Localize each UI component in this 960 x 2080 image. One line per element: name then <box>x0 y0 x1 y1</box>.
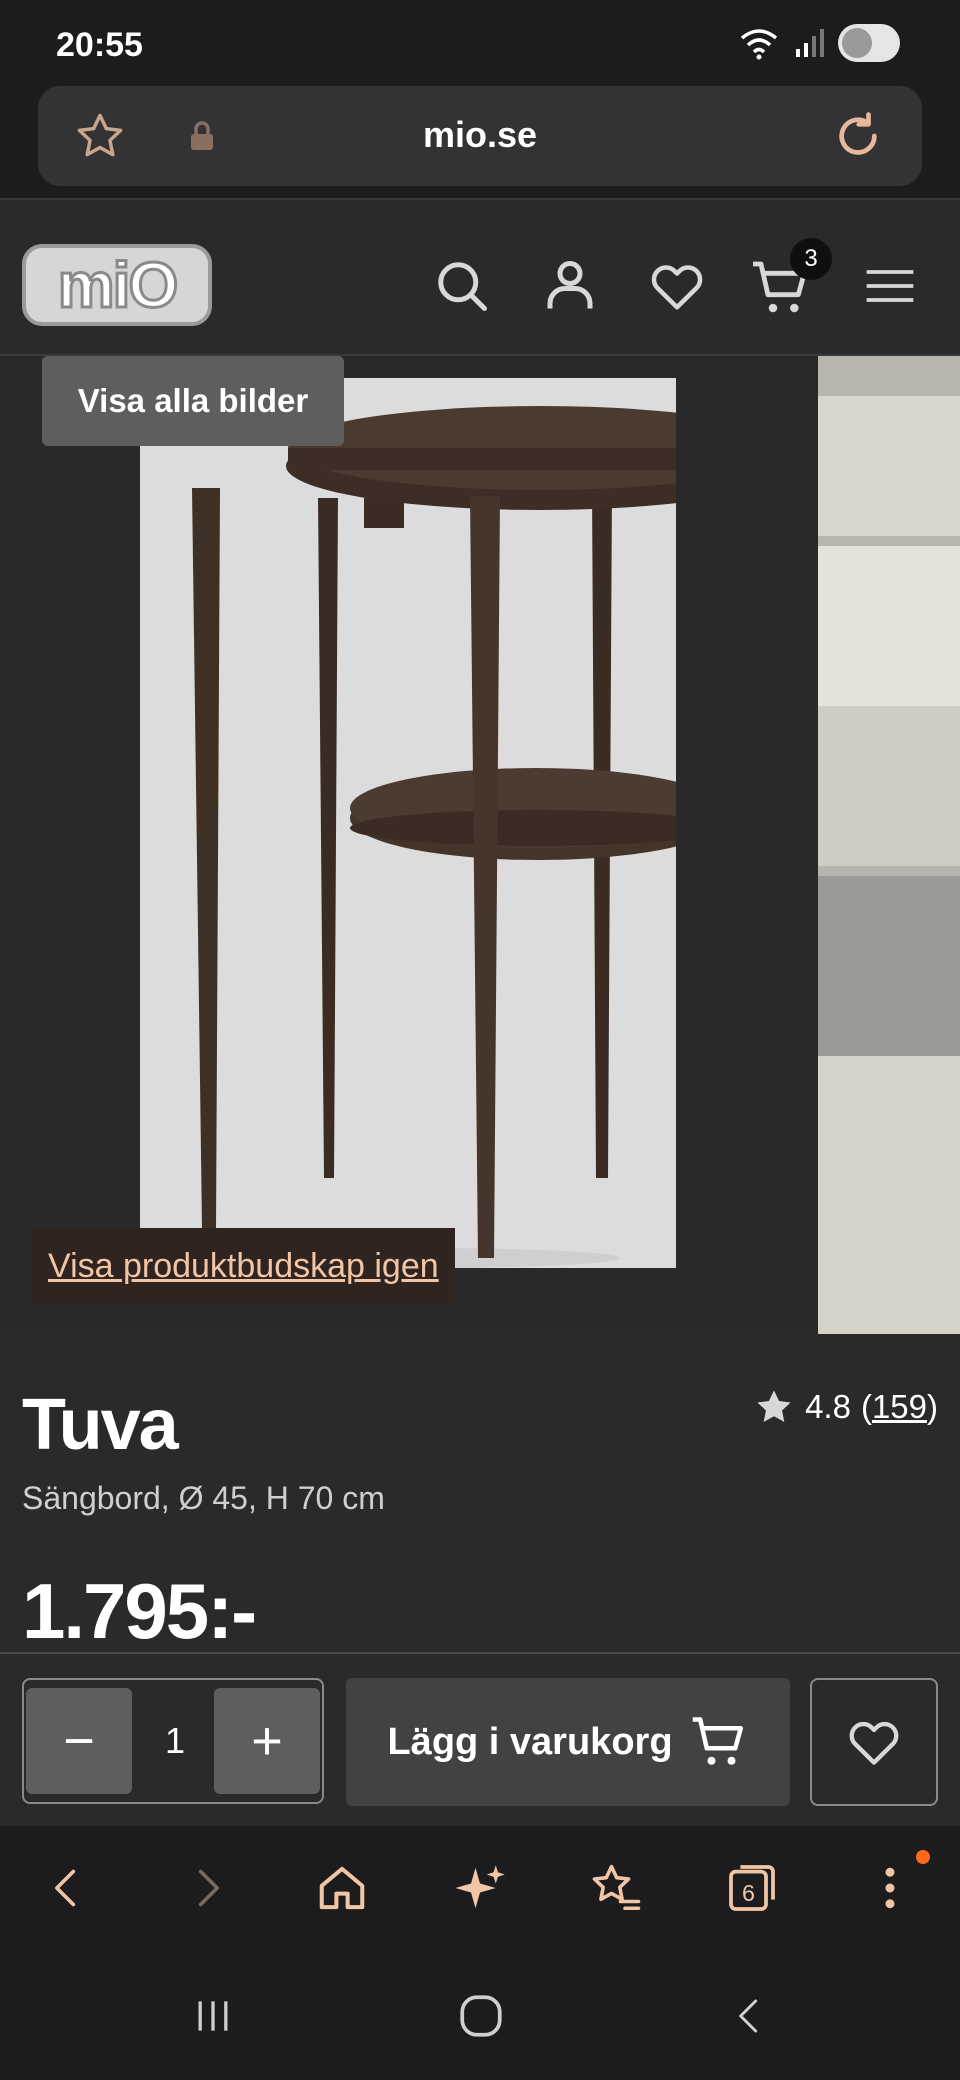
system-navigation <box>0 1950 960 2080</box>
product-price: 1.795:- <box>22 1567 257 1655</box>
home-icon[interactable] <box>310 1856 374 1920</box>
decrease-quantity-button[interactable]: − <box>26 1688 132 1794</box>
product-subtitle: Sängbord, Ø 45, H 70 cm <box>22 1480 385 1516</box>
product-rating[interactable]: 4.8 (159) <box>753 1386 938 1428</box>
rating-count[interactable]: 159 <box>872 1388 927 1425</box>
battery-icon <box>838 24 900 62</box>
menu-icon[interactable] <box>862 256 918 316</box>
show-all-images-button[interactable]: Visa alla bilder <box>42 356 344 446</box>
product-image[interactable] <box>140 378 794 1268</box>
wifi-icon <box>740 29 778 60</box>
product-title: Tuva <box>22 1385 179 1465</box>
status-icons <box>738 24 900 62</box>
rating-value: 4.8 <box>805 1388 851 1425</box>
rating-count-wrapper[interactable]: (159) <box>861 1388 938 1426</box>
next-product-image[interactable] <box>818 356 960 1334</box>
product-info: Tuva 4.8 (159) Sängbord, Ø 45, H 70 cm 1… <box>0 1334 960 1655</box>
cart-icon <box>692 1717 743 1765</box>
browser-toolbar: 6 <box>0 1826 960 1950</box>
ai-sparkle-icon[interactable] <box>448 1856 512 1920</box>
url-bar[interactable]: mio.se <box>38 86 922 186</box>
add-to-cart-button[interactable]: Lägg i varukorg <box>346 1678 790 1806</box>
home-button-icon[interactable] <box>446 1986 516 2046</box>
notification-dot <box>916 1850 930 1864</box>
reload-icon[interactable] <box>830 108 886 164</box>
signal-icon <box>796 29 824 57</box>
tab-count: 6 <box>742 1880 755 1906</box>
add-to-cart-label: Lägg i varukorg <box>387 1720 673 1763</box>
add-to-cart-bar: − 1 + Lägg i varukorg <box>0 1652 960 1826</box>
product-gallery[interactable]: Visa alla bilder Visa produktbudskap ige… <box>0 356 960 1334</box>
recent-apps-icon[interactable] <box>178 1986 248 2046</box>
site-logo[interactable]: miO <box>22 244 212 326</box>
add-to-wishlist-button[interactable] <box>810 1678 938 1806</box>
status-bar: 20:55 <box>0 0 960 86</box>
show-product-message-link[interactable]: Visa produktbudskap igen <box>32 1228 455 1304</box>
quantity-value[interactable]: 1 <box>130 1720 220 1762</box>
wishlist-heart-icon[interactable] <box>646 256 708 316</box>
tabs-icon[interactable]: 6 <box>720 1856 784 1920</box>
forward-icon[interactable] <box>176 1856 240 1920</box>
side-table-illustration <box>140 378 794 1268</box>
heart-icon <box>849 1721 899 1765</box>
back-icon[interactable] <box>34 1856 98 1920</box>
site-header: miO 3 <box>0 198 960 356</box>
account-icon[interactable] <box>540 256 600 316</box>
more-menu-icon[interactable] <box>858 1856 922 1920</box>
url-text[interactable]: mio.se <box>38 114 922 156</box>
system-back-icon[interactable] <box>714 1986 784 2046</box>
rating-count-close: ) <box>927 1388 938 1425</box>
star-icon <box>757 1390 791 1423</box>
bedroom-photo-illustration <box>818 356 960 1334</box>
status-time: 20:55 <box>56 26 143 64</box>
cart-count-badge: 3 <box>790 238 832 280</box>
search-icon[interactable] <box>432 256 492 316</box>
rating-count-open: ( <box>860 1388 872 1425</box>
increase-quantity-button[interactable]: + <box>214 1688 320 1794</box>
quantity-stepper: − 1 + <box>22 1678 324 1804</box>
bookmarks-icon[interactable] <box>584 1856 648 1920</box>
